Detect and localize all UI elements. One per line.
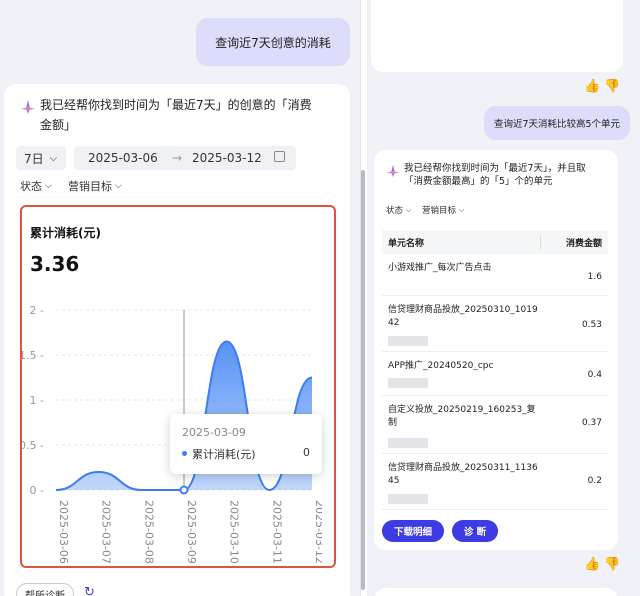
user-query-bubble-right: 查询近7天消耗比较高5个单元 (484, 106, 630, 140)
chart-title: 累计消耗(元) (30, 226, 101, 240)
redacted-block (388, 378, 428, 388)
y-tick-label: 0.5 - (22, 439, 44, 452)
user-query-bubble: 查询近7天创意的消耗 (196, 18, 350, 66)
unit-name: 信贷理财商品投放_20250310_101942 (388, 305, 538, 328)
marketing-goal-filter-label: 营销目标 (422, 206, 457, 216)
x-tick-label: 2025-03-08 (142, 500, 155, 564)
diagnose-label: 诊 断 (463, 527, 487, 538)
x-tick-label: 2025-03-06 (57, 500, 70, 564)
column-header-name: 单元名称 (388, 239, 425, 249)
marketing-goal-filter-right[interactable]: 营销目标 ⌵ (422, 204, 465, 217)
thumbs-up-icon[interactable]: 👍 (584, 557, 600, 572)
assistant-logo-icon (386, 164, 400, 178)
assistant-reply-text: 我已经帮你找到时间为「最近7天」的创意的「消费金额」 (40, 98, 312, 132)
redacted-block (388, 494, 428, 504)
chevron-down-icon: ⌵ (459, 205, 465, 214)
unit-name: 自定义投放_20250219_160253_复制 (388, 405, 536, 428)
range-select-value: 7日 (24, 151, 44, 166)
column-header-amount: 消费金额 (565, 239, 602, 249)
table-row[interactable]: 信贷理财商品投放_20250310_101942 0.53 (382, 296, 608, 352)
status-filter-label: 状态 (20, 180, 42, 193)
thumbs-down-icon[interactable]: 👎 (604, 557, 620, 572)
data-point (179, 485, 189, 495)
tooltip-value: 0 (303, 446, 310, 459)
unit-name: 信贷理财商品投放_20250311_113645 (388, 463, 538, 486)
spend-amount: 0.53 (581, 320, 602, 330)
chevron-down-icon: ⌵ (406, 205, 412, 214)
y-tick-label: 2 - (30, 304, 44, 317)
previous-message-card (371, 0, 623, 72)
unit-name: 小游戏推广_每次广告点击 (388, 263, 492, 273)
range-select[interactable]: 7日 ⌵ (16, 146, 66, 170)
redacted-block (388, 438, 428, 448)
download-details-button[interactable]: 下载明细 (382, 520, 444, 542)
series-dot-icon (182, 451, 187, 456)
chevron-down-icon: ⌵ (115, 181, 122, 191)
table-row[interactable]: 信贷理财商品投放_20250311_113645 0.2 (382, 454, 608, 510)
marketing-goal-filter-label: 营销目标 (68, 180, 112, 193)
tooltip-date: 2025-03-09 (182, 426, 246, 439)
y-tick-label: 0 - (30, 484, 44, 497)
calendar-icon (274, 151, 285, 162)
table-row[interactable]: APP推广_20240520_cpc 0.4 (382, 352, 608, 396)
y-tick-label: 1.5 - (22, 349, 44, 362)
date-range-picker[interactable]: 2025-03-06 → 2025-03-12 (74, 146, 296, 170)
diagnose-button[interactable]: 诊 断 (452, 520, 498, 542)
reply-line-1: 我已经帮你找到时间为「最近7天」，并且取 (404, 163, 586, 174)
user-query-text: 查询近7天创意的消耗 (215, 35, 331, 50)
user-query-text-right: 查询近7天消耗比较高5个单元 (493, 119, 621, 130)
x-tick-label: 2025-03-07 (100, 500, 113, 564)
status-filter-right[interactable]: 状态 ⌵ (386, 204, 412, 217)
scrollbar-thumb[interactable] (361, 170, 365, 590)
x-tick-label: 2025-03-11 (270, 500, 283, 564)
table-header: 单元名称 消费金额 (382, 230, 608, 254)
diagnose-help-button[interactable]: 帮所诊断 (16, 583, 74, 596)
status-filter[interactable]: 状态 ⌵ (20, 178, 52, 194)
start-date: 2025-03-06 (88, 151, 158, 165)
chevron-down-icon: ⌵ (45, 181, 52, 191)
refresh-icon[interactable]: ↻ (84, 585, 95, 596)
assistant-logo-icon (21, 100, 35, 114)
thumbs-down-icon[interactable]: 👎 (604, 79, 620, 94)
diagnose-help-label: 帮所诊断 (25, 590, 65, 596)
spend-amount: 0.37 (581, 418, 602, 428)
assistant-reply-text-right: 我已经帮你找到时间为「最近7天」，并且取 「消费金额最高」的「5」个的单元 (404, 162, 614, 188)
tooltip-series: 累计消耗(元) (192, 448, 256, 461)
spend-amount: 1.6 (587, 272, 602, 282)
chart-tooltip: 2025-03-09 累计消耗(元) 0 (170, 414, 322, 474)
redacted-block (388, 336, 428, 346)
reply-line-2: 「消费金额最高」的「5」个的单元 (404, 176, 553, 187)
chevron-down-icon: ⌵ (49, 152, 58, 164)
y-tick-label: 1 - (30, 394, 44, 407)
spend-amount: 0.2 (587, 476, 602, 486)
spend-amount: 0.4 (587, 370, 602, 380)
marketing-goal-filter[interactable]: 营销目标 ⌵ (68, 178, 122, 194)
download-details-label: 下载明细 (393, 527, 432, 538)
status-filter-label: 状态 (386, 206, 404, 216)
date-separator: → (172, 151, 183, 165)
x-tick-label: 2025-03-12 (313, 500, 322, 564)
unit-name: APP推广_20240520_cpc (388, 361, 494, 371)
table-row[interactable]: 小游戏推广_每次广告点击 1.6 (382, 254, 608, 296)
x-tick-label: 2025-03-09 (185, 500, 198, 564)
column-divider (540, 235, 541, 249)
end-date: 2025-03-12 (192, 151, 262, 165)
left-chat-panel: 查询近7天创意的消耗 我已经帮你找到时间为「最近7天」的创意的「消费金额」 7日… (0, 0, 360, 596)
x-tick-label: 2025-03-10 (228, 500, 241, 564)
table-row[interactable]: 自定义投放_20250219_160253_复制 0.37 (382, 396, 608, 454)
thumbs-up-icon[interactable]: 👍 (584, 79, 600, 94)
chart-total-value: 3.36 (30, 252, 80, 276)
next-message-card (374, 588, 618, 596)
